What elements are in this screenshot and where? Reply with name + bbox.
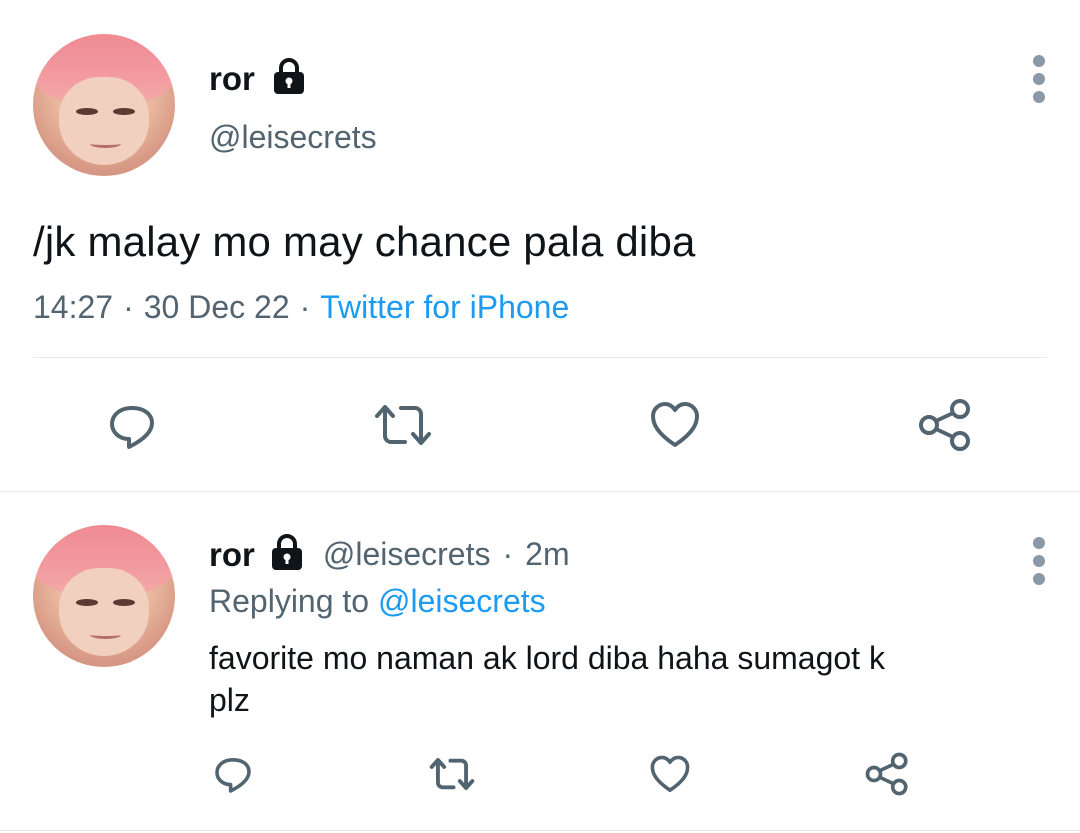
meta-separator: · <box>123 289 134 325</box>
tweet-meta: 14:27 · 30 Dec 22 · Twitter for iPhone <box>33 289 569 326</box>
tweet-time[interactable]: 14:27 <box>33 289 113 326</box>
meta-separator: · <box>502 536 514 572</box>
replying-to: Replying to @leisecrets <box>209 583 546 620</box>
meta-separator: · <box>299 289 311 325</box>
retweet-icon[interactable] <box>371 400 435 450</box>
display-name[interactable]: ror <box>209 536 255 574</box>
divider <box>0 830 1080 831</box>
lock-icon <box>269 56 309 101</box>
avatar[interactable] <box>33 34 175 176</box>
share-icon[interactable] <box>864 752 910 796</box>
tweet-date[interactable]: 30 Dec 22 <box>144 289 290 326</box>
reply-header: ror @leisecrets · 2m <box>209 532 570 577</box>
reply-age[interactable]: 2m <box>525 536 569 573</box>
more-options-icon[interactable] <box>1033 537 1045 585</box>
reply-icon[interactable] <box>213 755 253 795</box>
handle[interactable]: @leisecrets <box>209 119 377 156</box>
tweet-text: /jk malay mo may chance pala diba <box>33 218 696 265</box>
like-icon[interactable] <box>649 401 701 451</box>
replying-prefix: Replying to <box>209 583 370 619</box>
share-icon[interactable] <box>917 398 973 452</box>
author-name-row: ror <box>209 56 309 101</box>
handle[interactable]: @leisecrets <box>323 536 491 573</box>
avatar[interactable] <box>33 525 175 667</box>
tweet-source[interactable]: Twitter for iPhone <box>320 289 569 326</box>
replying-to-link[interactable]: @leisecrets <box>378 583 546 619</box>
lock-icon <box>267 532 307 577</box>
reply-icon[interactable] <box>107 402 157 452</box>
reply-text-line: favorite mo naman ak lord diba haha suma… <box>209 640 885 676</box>
divider <box>33 357 1047 358</box>
divider <box>0 491 1080 492</box>
like-icon[interactable] <box>649 755 691 795</box>
display-name[interactable]: ror <box>209 60 255 98</box>
retweet-icon[interactable] <box>427 754 477 794</box>
reply-text-line: plz <box>209 682 250 718</box>
more-options-icon[interactable] <box>1033 55 1045 103</box>
reply-text: favorite mo naman ak lord diba haha suma… <box>209 637 1049 721</box>
